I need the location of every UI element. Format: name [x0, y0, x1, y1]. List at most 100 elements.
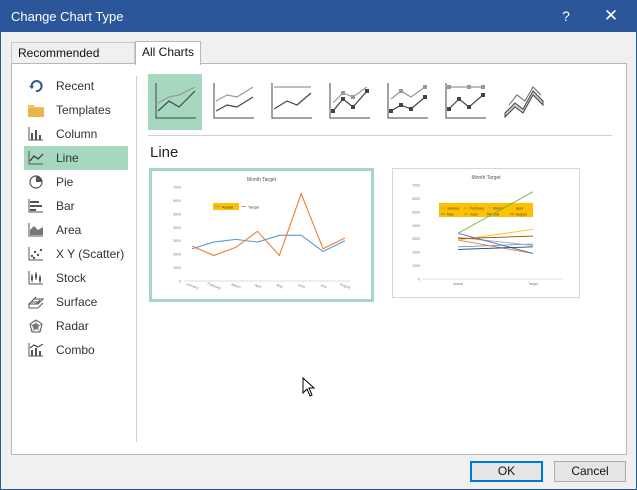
y-tick-label: 5000: [412, 210, 420, 214]
title-bar: Change Chart Type ? ✕: [1, 1, 636, 32]
area-chart-icon: [28, 223, 43, 237]
x-tick-label: Actual: [453, 282, 463, 286]
y-tick-label: 4000: [412, 224, 420, 228]
all-charts-panel: Recent Templates Column Line Pie Bar Are…: [11, 63, 627, 455]
y-tick-label: 5000: [173, 212, 181, 216]
stacked-line-with-markers-icon: [387, 83, 428, 119]
y-tick-label: 1000: [173, 266, 181, 270]
sidebar-item-label: Area: [56, 223, 82, 237]
subtype-3d-line[interactable]: [496, 74, 550, 130]
sidebar-item-recent[interactable]: Recent: [24, 74, 128, 98]
subtype-stacked-line-with-markers[interactable]: [380, 74, 434, 130]
tab-recommended-charts[interactable]: Recommended Charts: [11, 42, 135, 80]
preview-1-plot: Actual Target 7000 6000 5000 4000 3000 2000 10…: [173, 186, 351, 291]
stock-chart-icon: [28, 271, 43, 285]
y-tick-label: 2000: [412, 251, 420, 255]
recent-icon: [29, 80, 43, 93]
line-with-markers-icon: [329, 83, 370, 119]
sidebar-item-scatter[interactable]: X Y (Scatter): [24, 242, 128, 266]
subtype-100-stacked-line-with-markers[interactable]: [438, 74, 492, 130]
x-tick-label: February: [207, 282, 222, 291]
sidebar-item-pie[interactable]: Pie: [24, 170, 128, 194]
line-icon: [155, 83, 196, 119]
y-tick-label: 3000: [412, 237, 420, 241]
legend-label: April: [516, 207, 523, 211]
sidebar-item-combo[interactable]: Combo: [24, 338, 128, 362]
legend-label: June: [470, 213, 478, 217]
100-stacked-line-icon: [271, 83, 312, 119]
chart-preview-1[interactable]: Month Target Actual Target 7000 6000 5000 4…: [149, 168, 374, 302]
x-tick-label: May: [276, 283, 284, 289]
sidebar-item-label: Line: [56, 151, 79, 165]
y-tick-label: 0: [179, 280, 181, 284]
x-tick-label: July: [320, 283, 327, 289]
column-chart-icon: [28, 127, 43, 141]
subtype-100-stacked-line[interactable]: [264, 74, 318, 130]
y-tick-label: 7000: [412, 184, 420, 188]
legend-label: February: [470, 207, 484, 211]
y-tick-label: 7000: [173, 186, 181, 190]
y-tick-label: 6000: [412, 197, 420, 201]
sidebar-item-surface[interactable]: Surface: [24, 290, 128, 314]
mouse-cursor-icon: [302, 377, 316, 397]
x-tick-label: March: [231, 283, 242, 290]
sidebar-item-label: Stock: [56, 271, 87, 285]
sidebar-item-label: Bar: [56, 199, 75, 213]
sidebar-item-label: X Y (Scatter): [56, 247, 125, 261]
x-tick-label: August: [339, 282, 351, 289]
y-tick-label: 2000: [173, 253, 181, 257]
radar-chart-icon: [29, 319, 43, 333]
x-tick-label: June: [297, 283, 306, 289]
sidebar-item-line[interactable]: Line: [24, 146, 128, 170]
line-chart-icon: [28, 151, 44, 165]
cancel-button[interactable]: Cancel: [554, 461, 626, 482]
sidebar-item-bar[interactable]: Bar: [24, 194, 128, 218]
series-line: [191, 192, 346, 257]
3d-line-icon: [504, 86, 544, 119]
sidebar-item-label: Pie: [56, 175, 74, 189]
ok-button[interactable]: OK: [470, 461, 543, 482]
sidebar-divider: [136, 76, 137, 442]
y-tick-label: 1000: [412, 264, 420, 268]
sidebar-item-label: Templates: [56, 103, 111, 117]
x-tick-label: April: [254, 283, 262, 289]
sidebar-item-label: Recent: [56, 79, 95, 93]
sidebar-item-radar[interactable]: Radar: [24, 314, 128, 338]
legend-label: January: [447, 207, 460, 211]
chart-preview-2[interactable]: Month Target January February March April Ma…: [392, 168, 580, 298]
x-tick-label: Target: [528, 282, 538, 286]
stacked-line-icon: [213, 83, 254, 119]
dialog-title: Change Chart Type: [11, 9, 124, 24]
sidebar-item-label: Combo: [56, 343, 95, 357]
sidebar-item-templates[interactable]: Templates: [24, 98, 128, 122]
y-tick-label: 6000: [173, 199, 181, 203]
sidebar-item-label: Radar: [56, 319, 89, 333]
legend-label: May: [447, 213, 454, 217]
help-button[interactable]: ?: [554, 5, 578, 27]
y-tick-label: 4000: [173, 226, 181, 230]
preview-2-plot: January February March AprilMay June July Augu…: [412, 184, 563, 286]
chart-subtype-gallery: [148, 74, 610, 132]
gallery-divider: [148, 135, 612, 136]
y-tick-label: 3000: [173, 239, 181, 243]
change-chart-type-dialog: Change Chart Type ? ✕ Recommended Charts…: [0, 0, 637, 490]
surface-chart-icon: [28, 296, 44, 309]
sidebar-item-column[interactable]: Column: [24, 122, 128, 146]
close-button[interactable]: ✕: [599, 5, 623, 27]
subtype-stacked-line[interactable]: [206, 74, 260, 130]
legend-label: Actual: [222, 205, 233, 210]
section-title: Line: [150, 144, 179, 161]
sidebar-item-area[interactable]: Area: [24, 218, 128, 242]
legend-label: Target: [248, 205, 260, 210]
tab-all-charts[interactable]: All Charts: [135, 41, 201, 65]
y-tick-label: 0: [418, 278, 420, 282]
subtype-line-with-markers[interactable]: [322, 74, 376, 130]
bar-chart-icon: [28, 199, 43, 213]
chart-type-list: Recent Templates Column Line Pie Bar Are…: [24, 74, 128, 362]
combo-chart-icon: [28, 343, 44, 357]
legend-label: August: [516, 213, 527, 217]
scatter-chart-icon: [28, 247, 43, 261]
sidebar-item-stock[interactable]: Stock: [24, 266, 128, 290]
subtype-line[interactable]: [148, 74, 202, 130]
100-stacked-line-with-markers-icon: [445, 83, 486, 119]
